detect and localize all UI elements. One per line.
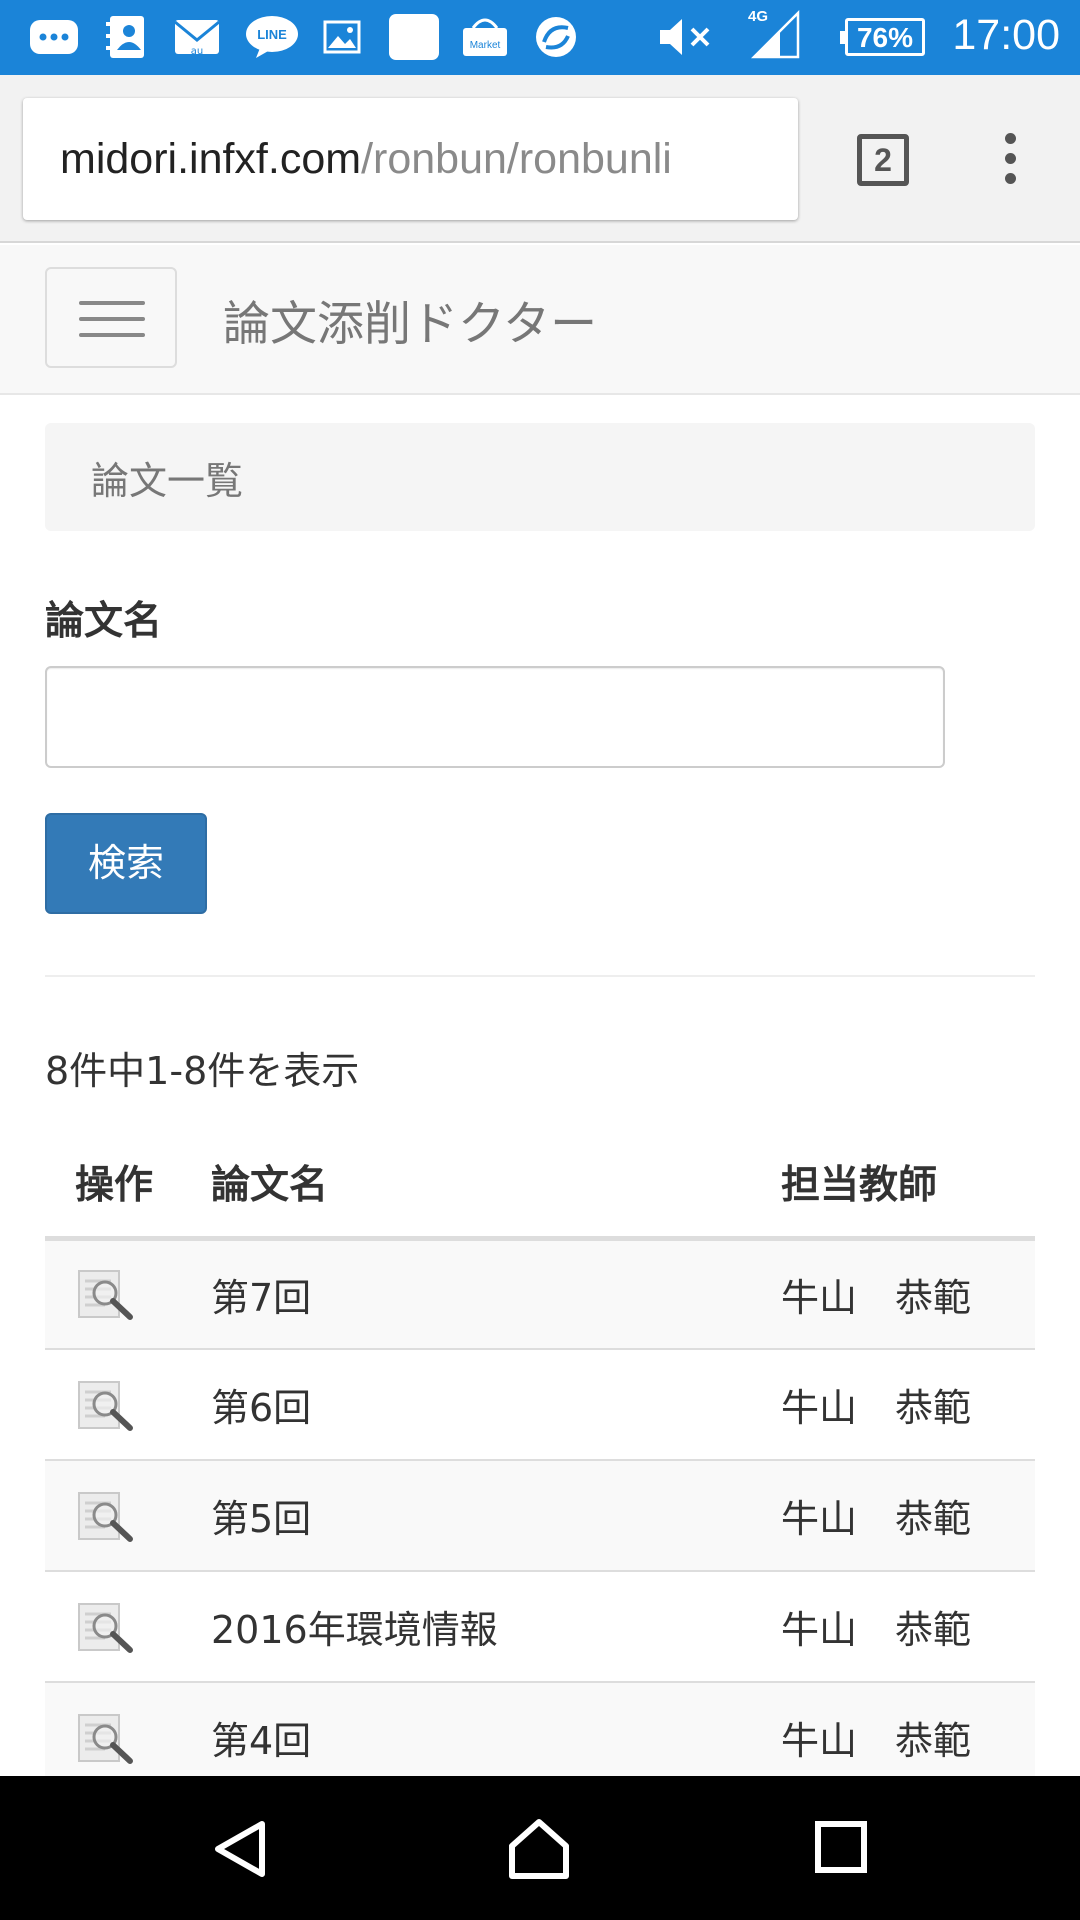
- sync-icon: [536, 17, 576, 57]
- system-navigation-bar: [0, 1776, 1080, 1920]
- paper-title: 第7回: [211, 1238, 781, 1350]
- teacher-name: 牛山 恭範: [781, 1460, 1035, 1572]
- status-time: 17:00: [952, 11, 1060, 59]
- url-host: midori.infxf.com: [60, 135, 362, 183]
- market-icon: Market: [463, 18, 507, 56]
- teacher-name: 牛山 恭範: [781, 1349, 1035, 1461]
- recents-icon[interactable]: [814, 1820, 868, 1874]
- view-icon[interactable]: [75, 1600, 137, 1654]
- column-header-action: 操作: [45, 1128, 211, 1241]
- teacher-name: 牛山 恭範: [781, 1571, 1035, 1683]
- svg-text:au: au: [191, 46, 203, 57]
- breadcrumb: 論文一覧: [45, 423, 1035, 531]
- tab-switcher-button[interactable]: 2: [857, 134, 909, 186]
- paper-title: 2016年環境情報: [211, 1571, 781, 1683]
- papers-table: 操作 論文名 担当教師 第7回 牛山 恭範 第6回 牛山 恭範 第5回 牛山 恭…: [45, 1128, 1035, 1794]
- action-cell: [45, 1238, 211, 1350]
- chat-icon: [30, 20, 78, 54]
- paper-title-input[interactable]: [45, 666, 945, 768]
- line-icon: LINE: [246, 16, 298, 58]
- action-cell: [45, 1571, 211, 1683]
- address-bar[interactable]: midori.infxf.com/ronbun/ronbunli: [23, 98, 798, 220]
- contacts-icon: [106, 16, 144, 58]
- column-header-title: 論文名: [211, 1128, 781, 1241]
- paper-title: 第5回: [211, 1460, 781, 1572]
- table-header-row: 操作 論文名 担当教師: [45, 1128, 1035, 1241]
- teacher-name: 牛山 恭範: [781, 1238, 1035, 1350]
- hamburger-menu-button[interactable]: [45, 267, 177, 368]
- url-path: /ronbun/ronbunli: [361, 135, 672, 183]
- view-icon[interactable]: [75, 1489, 137, 1543]
- gallery-icon: [323, 20, 361, 54]
- search-button[interactable]: 検索: [45, 813, 207, 914]
- view-icon[interactable]: [75, 1378, 137, 1432]
- svg-text:LINE: LINE: [257, 27, 287, 42]
- mute-icon: [660, 19, 710, 55]
- overflow-menu-icon[interactable]: [998, 133, 1022, 193]
- table-row: 第6回 牛山 恭範: [45, 1349, 1035, 1461]
- view-icon[interactable]: [75, 1267, 137, 1321]
- site-brand[interactable]: 論文添削ドクター: [223, 285, 597, 354]
- table-row: 2016年環境情報 牛山 恭範: [45, 1571, 1035, 1683]
- view-icon[interactable]: [75, 1711, 137, 1765]
- status-bar: au LINE Market 4G 76% 17:00: [0, 0, 1080, 75]
- column-header-teacher: 担当教師: [781, 1128, 1035, 1241]
- result-summary: 8件中1-8件を表示: [45, 1049, 360, 1093]
- svg-text:Market: Market: [470, 40, 501, 51]
- action-cell: [45, 1349, 211, 1461]
- signal-icon: 4G: [748, 8, 800, 59]
- battery-icon: 76%: [840, 18, 925, 56]
- paper-title-label: 論文名: [45, 599, 163, 644]
- site-navbar: 論文添削ドクター: [0, 245, 1080, 395]
- home-icon[interactable]: [506, 1816, 572, 1882]
- app-icon: [389, 14, 439, 60]
- svg-text:4G: 4G: [748, 8, 768, 25]
- table-row: 第7回 牛山 恭範: [45, 1238, 1035, 1350]
- action-cell: [45, 1460, 211, 1572]
- table-row: 第5回 牛山 恭範: [45, 1460, 1035, 1572]
- breadcrumb-current: 論文一覧: [91, 459, 244, 503]
- paper-title: 第6回: [211, 1349, 781, 1461]
- battery-level: 76%: [856, 22, 914, 53]
- browser-toolbar: midori.infxf.com/ronbun/ronbunli 2: [0, 75, 1080, 243]
- au-mail-icon: au: [174, 20, 220, 57]
- back-icon[interactable]: [210, 1818, 272, 1880]
- divider: [45, 975, 1035, 977]
